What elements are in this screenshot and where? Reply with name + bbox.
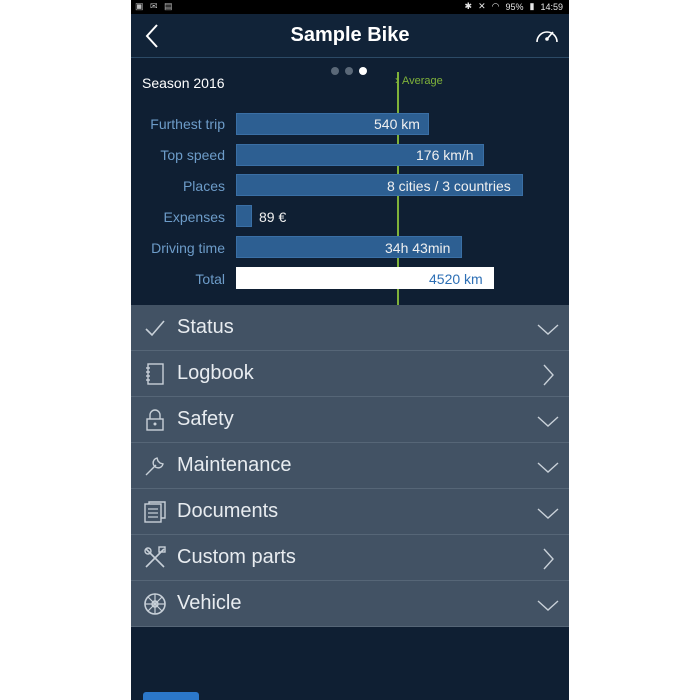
check-icon <box>145 320 165 337</box>
lock-icon <box>146 409 164 431</box>
menu-item-vehicle[interactable]: Vehicle <box>131 581 569 627</box>
chevron-down-icon <box>537 416 559 427</box>
average-marker-icon: › <box>395 73 399 87</box>
notebook-icon <box>146 363 164 385</box>
season-stats-panel[interactable]: Season 2016 › Average Furthest trip 540 … <box>131 58 569 305</box>
wrench-icon <box>145 457 164 476</box>
stat-value: 540 km <box>374 116 420 132</box>
menu-item-safety[interactable]: Safety <box>131 397 569 443</box>
stat-label: Driving time <box>151 240 225 256</box>
menu-item-label: Maintenance <box>177 454 292 476</box>
chevron-down-icon <box>537 508 559 519</box>
tools-icon <box>144 546 166 568</box>
app-screen: ▣ ✉ ▤ ✱ ✕ ◠ 95% ▮ 14:59 Sample Bike Seas… <box>131 0 569 700</box>
menu-item-label: Status <box>177 316 234 338</box>
stat-label: Furthest trip <box>150 116 225 132</box>
menu-item-label: Custom parts <box>177 546 296 568</box>
section-menu: Status Logbook Safety Maintenance Docume… <box>131 305 569 627</box>
chevron-right-icon <box>543 364 554 386</box>
menu-item-documents[interactable]: Documents <box>131 489 569 535</box>
page-indicator[interactable] <box>331 67 367 75</box>
stat-value: 8 cities / 3 countries <box>387 178 511 194</box>
chevron-down-icon <box>537 462 559 473</box>
page-dot-active[interactable] <box>359 67 367 75</box>
stat-label: Total <box>195 271 225 287</box>
stat-label: Places <box>182 178 225 194</box>
clock: 14:59 <box>540 1 563 12</box>
battery-icon: ▮ <box>529 1 535 11</box>
menu-item-maintenance[interactable]: Maintenance <box>131 443 569 489</box>
average-label: Average <box>402 75 443 87</box>
page-dot[interactable] <box>345 67 353 75</box>
menu-item-status[interactable]: Status <box>131 305 569 351</box>
bottom-action-button[interactable] <box>143 692 199 700</box>
stat-value: 89 € <box>259 209 287 225</box>
page-dot[interactable] <box>331 67 339 75</box>
menu-item-label: Safety <box>177 408 234 430</box>
header-bar: Sample Bike <box>131 14 569 58</box>
stat-value: 176 km/h <box>416 147 474 163</box>
stat-label: Top speed <box>160 147 225 163</box>
bluetooth-icon: ✱ <box>464 1 473 11</box>
menu-item-label: Vehicle <box>177 592 242 614</box>
chevron-down-icon <box>537 600 559 611</box>
status-bar: ▣ ✉ ▤ ✱ ✕ ◠ 95% ▮ 14:59 <box>131 0 569 14</box>
speedometer-icon <box>536 31 558 43</box>
season-label: Season 2016 <box>142 75 225 91</box>
wifi-icon: ◠ <box>491 1 500 11</box>
battery-percent: 95% <box>505 1 524 12</box>
chevron-down-icon <box>537 324 559 335</box>
mute-icon: ✕ <box>478 1 486 11</box>
chevron-right-icon <box>543 548 554 570</box>
documents-icon <box>144 501 166 523</box>
menu-item-logbook[interactable]: Logbook <box>131 351 569 397</box>
stat-value: 34h 43min <box>385 240 451 256</box>
menu-item-custom-parts[interactable]: Custom parts <box>131 535 569 581</box>
wheel-icon <box>144 593 166 615</box>
menu-item-label: Documents <box>177 500 279 522</box>
speedometer-button[interactable] <box>533 22 561 50</box>
menu-item-label: Logbook <box>177 362 254 384</box>
page-title: Sample Bike <box>290 24 410 46</box>
stat-bar <box>236 205 252 227</box>
notification-icons: ▣ ✉ ▤ <box>135 1 175 11</box>
stat-label: Expenses <box>163 209 225 225</box>
stat-value-total: 4520 km <box>429 271 483 287</box>
